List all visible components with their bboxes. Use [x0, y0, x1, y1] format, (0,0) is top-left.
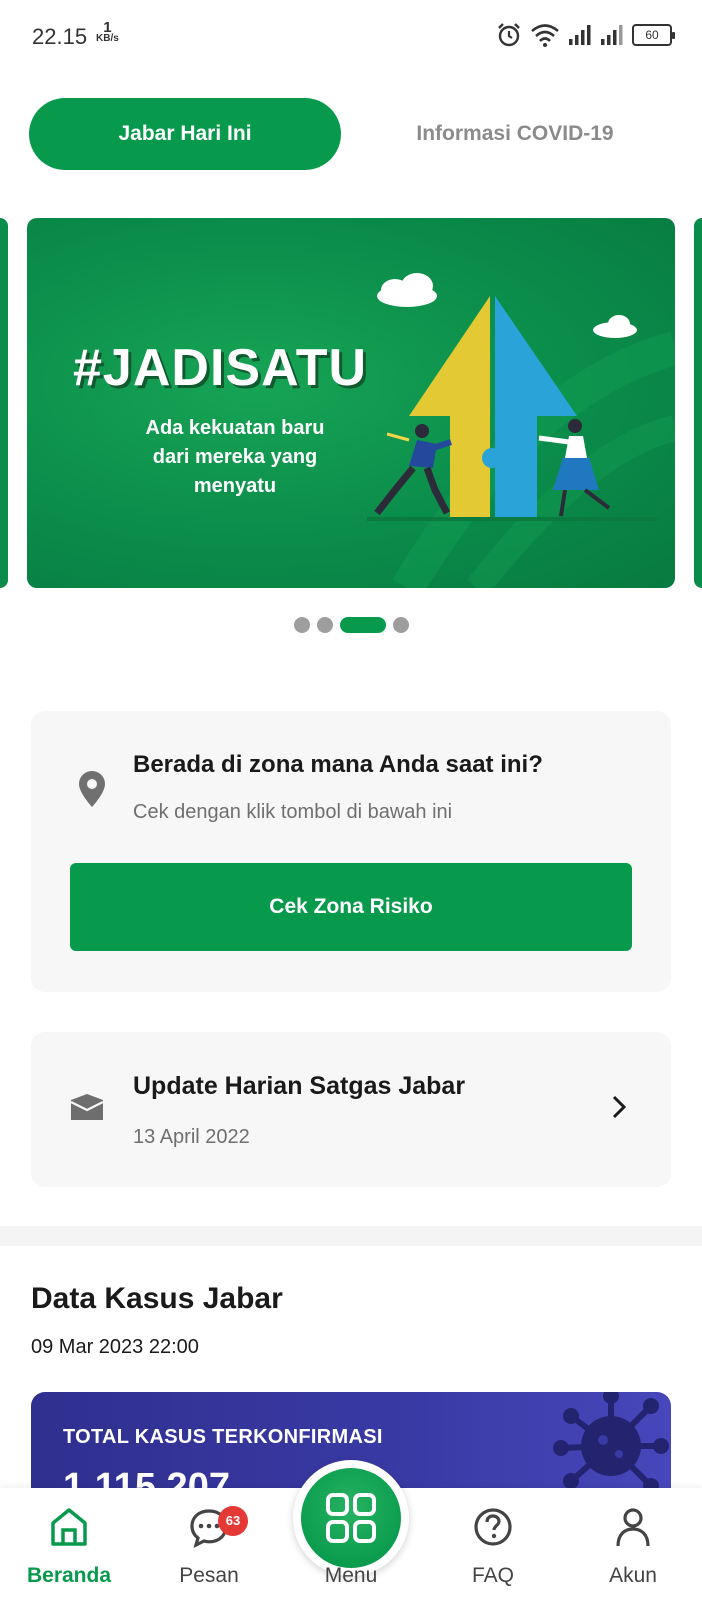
- carousel-dot[interactable]: [392, 617, 409, 633]
- nav-item-beranda[interactable]: Beranda: [14, 1488, 124, 1600]
- battery-icon: 60: [632, 24, 675, 46]
- signal-icon: [569, 25, 591, 45]
- carousel-dot[interactable]: [293, 617, 310, 633]
- carousel-dot[interactable]: [316, 617, 333, 633]
- menu-button-face: [301, 1468, 401, 1568]
- zone-subtitle: Cek dengan klik tombol di bawah ini: [133, 801, 453, 823]
- network-speed: 1 KB/s: [96, 19, 119, 44]
- grid-icon: [326, 1493, 376, 1543]
- wifi-icon: [531, 24, 559, 47]
- banner-title: #JADISATU: [73, 339, 368, 397]
- total-kasus-label: TOTAL KASUS TERKONFIRMASI: [63, 1426, 383, 1448]
- status-icons: 60: [496, 22, 675, 48]
- tab-informasi-covid[interactable]: Informasi COVID-19: [359, 98, 671, 170]
- signal-icon-2: [601, 25, 623, 45]
- cek-zona-risiko-button[interactable]: Cek Zona Risiko: [70, 863, 632, 951]
- unread-badge: 63: [218, 1506, 248, 1536]
- status-bar: 22.15 1 KB/s 60: [0, 0, 702, 70]
- nav-label-beranda: Beranda: [26, 1564, 112, 1587]
- banner-slide[interactable]: #JADISATU Ada kekuatan baru dari mereka …: [27, 218, 675, 588]
- nav-item-akun[interactable]: Akun: [578, 1488, 688, 1600]
- banner-prev-peek[interactable]: [0, 218, 8, 588]
- user-icon: [616, 1508, 650, 1547]
- banner-next-peek[interactable]: [694, 218, 702, 588]
- puzzle-arrow-illustration: [367, 273, 657, 521]
- mail-icon: [71, 1094, 103, 1120]
- zone-risk-card: Berada di zona mana Anda saat ini? Cek d…: [31, 711, 671, 992]
- update-harian-card[interactable]: Update Harian Satgas Jabar 13 April 2022: [31, 1032, 671, 1187]
- nav-label-akun: Akun: [609, 1564, 657, 1587]
- status-time: 22.15: [32, 24, 88, 49]
- nav-item-pesan[interactable]: 63 Pesan: [154, 1488, 264, 1600]
- help-icon: [474, 1508, 512, 1546]
- zone-title: Berada di zona mana Anda saat ini?: [133, 751, 543, 778]
- data-kasus-timestamp: 09 Mar 2023 22:00: [31, 1336, 199, 1358]
- home-icon: [51, 1508, 87, 1546]
- carousel-dot-active[interactable]: [339, 617, 386, 633]
- top-tabs: Jabar Hari Ini Informasi COVID-19: [29, 98, 674, 170]
- nav-label-faq: FAQ: [471, 1564, 514, 1587]
- nav-item-faq[interactable]: FAQ: [438, 1488, 548, 1600]
- chevron-right-icon[interactable]: [611, 1094, 627, 1120]
- section-divider: [0, 1226, 702, 1246]
- location-pin-icon: [79, 771, 105, 807]
- carousel-indicator: [0, 617, 702, 633]
- banner-subtitle: Ada kekuatan baru dari mereka yang menya…: [145, 417, 325, 497]
- network-speed-value: 1: [103, 19, 112, 36]
- update-date: 13 April 2022: [133, 1126, 250, 1148]
- data-kasus-title: Data Kasus Jabar: [31, 1282, 283, 1315]
- update-title: Update Harian Satgas Jabar: [133, 1072, 466, 1100]
- alarm-icon: [498, 23, 520, 47]
- menu-button[interactable]: [293, 1460, 409, 1576]
- nav-label-menu[interactable]: Menu: [293, 1564, 409, 1588]
- nav-label-pesan: Pesan: [179, 1564, 239, 1587]
- network-speed-unit: KB/s: [96, 33, 119, 44]
- tab-jabar-hari-ini[interactable]: Jabar Hari Ini: [29, 98, 341, 170]
